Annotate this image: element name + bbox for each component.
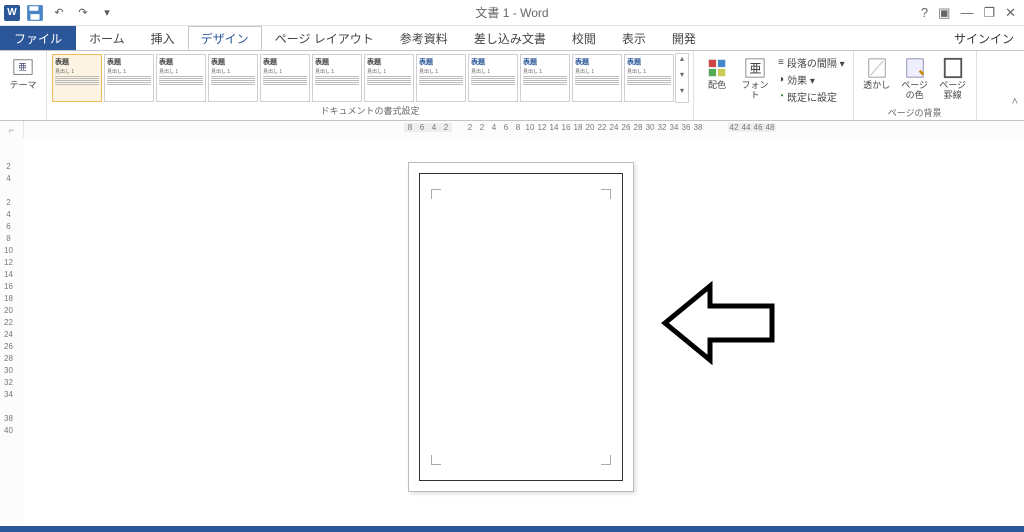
tab-file[interactable]: ファイル	[0, 26, 76, 50]
gallery-scroll-up-icon[interactable]: ▴	[676, 54, 688, 70]
page-inner-border	[419, 173, 623, 481]
qat-customize-icon[interactable]: ▾	[98, 4, 116, 22]
status-bar[interactable]	[0, 526, 1024, 532]
page-color-button[interactable]: ページの色	[896, 53, 934, 105]
effects-icon: ◑	[778, 74, 784, 85]
word-app-icon: W	[4, 5, 20, 21]
style-set-thumb[interactable]: 表題見出し 1	[572, 54, 622, 102]
tab-home[interactable]: ホーム	[76, 26, 138, 50]
paragraph-spacing-button[interactable]: ≡段落の間隔 ▾	[778, 55, 845, 70]
style-set-thumb[interactable]: 表題見出し 1	[52, 54, 102, 102]
ruler-area: ⌐ 86422246810121416182022242628303234363…	[0, 121, 1024, 139]
style-set-thumb[interactable]: 表題見出し 1	[312, 54, 362, 102]
style-set-thumb[interactable]: 表題見出し 1	[468, 54, 518, 102]
page-borders-button[interactable]: ページ罫線	[934, 53, 972, 105]
collapse-ribbon-icon[interactable]: ˄	[1012, 96, 1018, 108]
group-label-document-formatting: ドキュメントの書式設定	[51, 103, 689, 118]
fonts-label: フォント	[738, 81, 772, 101]
svg-text:亜: 亜	[18, 63, 26, 72]
sign-in-link[interactable]: サインイン	[944, 26, 1024, 50]
themes-button[interactable]: 亜 テーマ	[4, 53, 42, 95]
document-title: 文書 1 - Word	[475, 4, 548, 21]
tab-review[interactable]: 校閲	[559, 26, 609, 50]
gallery-scroll[interactable]: ▴ ▾ ▾	[675, 53, 689, 103]
tab-selector-icon[interactable]: ⌐	[0, 121, 24, 139]
restore-icon[interactable]: ❐	[983, 5, 995, 21]
tab-design[interactable]: デザイン	[188, 26, 262, 50]
group-label-page-background: ページの背景	[858, 105, 972, 120]
save-icon[interactable]	[26, 4, 44, 22]
help-icon[interactable]: ?	[921, 5, 928, 20]
page-color-label: ページの色	[898, 81, 932, 101]
style-set-thumb[interactable]: 表題見出し 1	[416, 54, 466, 102]
style-set-thumb[interactable]: 表題見出し 1	[624, 54, 674, 102]
crop-mark-top-left	[431, 189, 441, 199]
document-canvas[interactable]	[24, 138, 1024, 524]
style-set-gallery[interactable]: 表題見出し 1表題見出し 1表題見出し 1表題見出し 1表題見出し 1表題見出し…	[51, 53, 675, 103]
themes-label: テーマ	[9, 81, 36, 91]
set-default-button[interactable]: ◔既定に設定	[778, 89, 845, 104]
page[interactable]	[408, 162, 634, 492]
annotation-arrow-left-icon	[660, 278, 780, 371]
fonts-button[interactable]: 亜 フォント	[736, 53, 774, 120]
undo-icon[interactable]: ↶	[50, 4, 68, 22]
quick-access-toolbar: W ↶ ↷ ▾	[0, 4, 116, 22]
tab-page-layout[interactable]: ページ レイアウト	[262, 26, 387, 50]
set-default-icon: ◔	[778, 91, 784, 102]
group-formatting-options: 配色 亜 フォント ≡段落の間隔 ▾ ◑効果 ▾ ◔既定に設定	[694, 51, 854, 120]
vertical-ruler[interactable]: 242468101214161820222426283032343840	[0, 138, 24, 524]
style-set-thumb[interactable]: 表題見出し 1	[520, 54, 570, 102]
svg-text:亜: 亜	[750, 62, 762, 76]
group-document-formatting: 表題見出し 1表題見出し 1表題見出し 1表題見出し 1表題見出し 1表題見出し…	[47, 51, 694, 120]
style-set-thumb[interactable]: 表題見出し 1	[156, 54, 206, 102]
watermark-label: 透かし	[863, 81, 890, 91]
group-page-background: 透かし ページの色 ページ罫線 ページの背景	[854, 51, 977, 120]
style-set-thumb[interactable]: 表題見出し 1	[364, 54, 414, 102]
colors-button[interactable]: 配色	[698, 53, 736, 120]
style-set-thumb[interactable]: 表題見出し 1	[260, 54, 310, 102]
effects-button[interactable]: ◑効果 ▾	[778, 72, 845, 87]
horizontal-ruler[interactable]: 8642224681012141618202224262830323436384…	[24, 121, 1024, 139]
redo-icon[interactable]: ↷	[74, 4, 92, 22]
style-set-thumb[interactable]: 表題見出し 1	[104, 54, 154, 102]
minimize-icon[interactable]: —	[960, 5, 973, 20]
crop-mark-bottom-left	[431, 455, 441, 465]
ribbon: 亜 テーマ 表題見出し 1表題見出し 1表題見出し 1表題見出し 1表題見出し …	[0, 51, 1024, 121]
page-borders-label: ページ罫線	[936, 81, 970, 101]
tab-developer[interactable]: 開発	[659, 26, 709, 50]
title-bar: W ↶ ↷ ▾ 文書 1 - Word ? ▣ — ❐ ✕	[0, 0, 1024, 26]
ribbon-display-options-icon[interactable]: ▣	[938, 5, 950, 21]
crop-mark-top-right	[601, 189, 611, 199]
tab-references[interactable]: 参考資料	[387, 26, 461, 50]
close-icon[interactable]: ✕	[1005, 5, 1016, 21]
tab-insert[interactable]: 挿入	[138, 26, 188, 50]
colors-label: 配色	[708, 81, 726, 91]
tab-mailings[interactable]: 差し込み文書	[461, 26, 559, 50]
crop-mark-bottom-right	[601, 455, 611, 465]
gallery-scroll-down-icon[interactable]: ▾	[676, 70, 688, 86]
ribbon-tabs: ファイル ホーム 挿入 デザイン ページ レイアウト 参考資料 差し込み文書 校…	[0, 26, 1024, 50]
watermark-button[interactable]: 透かし	[858, 53, 896, 105]
tab-view[interactable]: 表示	[609, 26, 659, 50]
group-themes: 亜 テーマ	[0, 51, 47, 120]
document-area: 242468101214161820222426283032343840	[0, 138, 1024, 524]
formatting-sub-options: ≡段落の間隔 ▾ ◑効果 ▾ ◔既定に設定	[774, 53, 849, 120]
window-controls: ? ▣ — ❐ ✕	[921, 5, 1024, 21]
gallery-more-icon[interactable]: ▾	[676, 86, 688, 102]
style-set-thumb[interactable]: 表題見出し 1	[208, 54, 258, 102]
paragraph-spacing-icon: ≡	[778, 57, 784, 68]
